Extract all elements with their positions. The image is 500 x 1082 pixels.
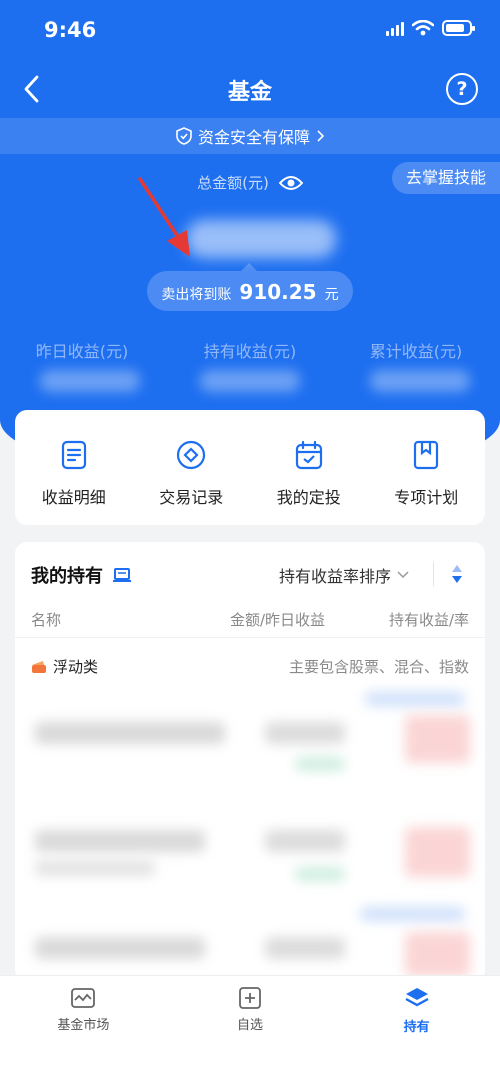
tab-fund-market[interactable]: 基金市场 xyxy=(0,976,167,1082)
wallet-icon xyxy=(32,660,46,673)
eye-icon[interactable] xyxy=(278,175,303,191)
chevron-down-icon xyxy=(397,571,409,579)
quick-action-label: 交易记录 xyxy=(159,488,224,507)
battery-icon xyxy=(442,20,475,36)
holding-row[interactable] xyxy=(15,907,485,982)
document-icon xyxy=(61,440,86,470)
column-name: 名称 xyxy=(31,611,62,629)
category-floating: 浮动类 主要包含股票、混合、指数 xyxy=(15,652,485,682)
shield-icon xyxy=(176,127,192,145)
sell-label: 卖出将到账 xyxy=(161,287,232,303)
quick-action-label: 我的定投 xyxy=(276,488,341,507)
help-button[interactable]: ? xyxy=(446,73,478,105)
sort-divider xyxy=(433,562,434,586)
yesterday-earnings-label: 昨日收益(元) xyxy=(35,342,129,361)
page-title: 基金 xyxy=(227,80,272,105)
sell-unit: 元 xyxy=(324,287,339,303)
divider xyxy=(15,637,485,638)
add-watchlist-icon xyxy=(239,987,261,1009)
holdings-title-text: 我的持有 xyxy=(31,566,103,587)
holding-row[interactable] xyxy=(15,812,485,912)
category-name: 浮动类 xyxy=(31,656,98,677)
holding-row[interactable] xyxy=(15,687,485,787)
sell-amount-tooltip: 卖出将到账 910.25 元 xyxy=(147,263,353,311)
holdings-title: 我的持有 xyxy=(31,562,131,588)
display-icon[interactable] xyxy=(113,567,131,583)
layers-icon xyxy=(405,988,429,1007)
chevron-right-icon xyxy=(317,130,324,142)
tab-label: 基金市场 xyxy=(57,1018,110,1033)
holdings-column-header: 名称 金额/昨日收益 持有收益/率 xyxy=(15,606,485,636)
tab-label: 持有 xyxy=(403,1020,430,1035)
signal-icon xyxy=(386,20,404,36)
tab-holdings[interactable]: 持有 xyxy=(333,976,500,1082)
column-yield: 持有收益/率 xyxy=(388,611,469,629)
quick-action-transactions[interactable]: 交易记录 xyxy=(133,410,251,525)
quick-action-auto-invest[interactable]: 我的定投 xyxy=(250,410,368,525)
quick-action-income-details[interactable]: 收益明细 xyxy=(15,410,133,525)
safety-text: 资金安全有保障 xyxy=(197,128,310,147)
category-label: 浮动类 xyxy=(53,658,99,676)
sell-amount: 910.25 xyxy=(239,280,317,304)
tab-watchlist[interactable]: 自选 xyxy=(167,976,334,1082)
holdings-card: 我的持有 持有收益率排序 名称 金额/昨日收益 持有收益/率 浮动类 主要包含股… xyxy=(15,542,485,982)
status-bar: 9:46 xyxy=(0,0,500,60)
holding-earnings-value xyxy=(200,370,300,392)
holding-earnings-label: 持有收益(元) xyxy=(203,342,297,361)
bookmark-icon xyxy=(414,440,439,470)
safety-banner[interactable]: 资金安全有保障 xyxy=(0,118,500,154)
sort-label: 持有收益率排序 xyxy=(279,567,392,586)
total-earnings-value xyxy=(370,370,470,392)
wifi-icon xyxy=(412,20,434,36)
tab-label: 自选 xyxy=(237,1018,264,1033)
market-icon xyxy=(71,988,96,1008)
quick-actions: 收益明细 交易记录 我的定投 专项计划 xyxy=(15,410,485,525)
learn-skills-button[interactable]: 去掌握技能 xyxy=(391,162,500,194)
yesterday-earnings-value xyxy=(40,370,140,392)
diamond-circle-icon xyxy=(177,440,206,470)
bottom-tab-bar: 基金市场 自选 持有 xyxy=(0,975,500,1082)
status-time: 9:46 xyxy=(44,18,97,42)
nav-bar: 基金 ? xyxy=(0,64,500,114)
status-icons xyxy=(386,20,475,36)
quick-action-special-plan[interactable]: 专项计划 xyxy=(368,410,486,525)
sort-order-icon[interactable] xyxy=(449,562,465,586)
column-amount: 金额/昨日收益 xyxy=(230,611,326,629)
quick-action-label: 专项计划 xyxy=(394,488,459,507)
total-earnings-label: 累计收益(元) xyxy=(369,342,463,361)
quick-action-label: 收益明细 xyxy=(41,488,106,507)
earnings-summary: 昨日收益(元) 持有收益(元) 累计收益(元) xyxy=(0,338,500,398)
sort-dropdown[interactable]: 持有收益率排序 xyxy=(279,563,409,587)
category-description: 主要包含股票、混合、指数 xyxy=(288,658,469,676)
holdings-header: 我的持有 持有收益率排序 xyxy=(15,542,485,602)
annotation-arrow xyxy=(138,177,190,257)
calendar-check-icon xyxy=(295,440,322,470)
